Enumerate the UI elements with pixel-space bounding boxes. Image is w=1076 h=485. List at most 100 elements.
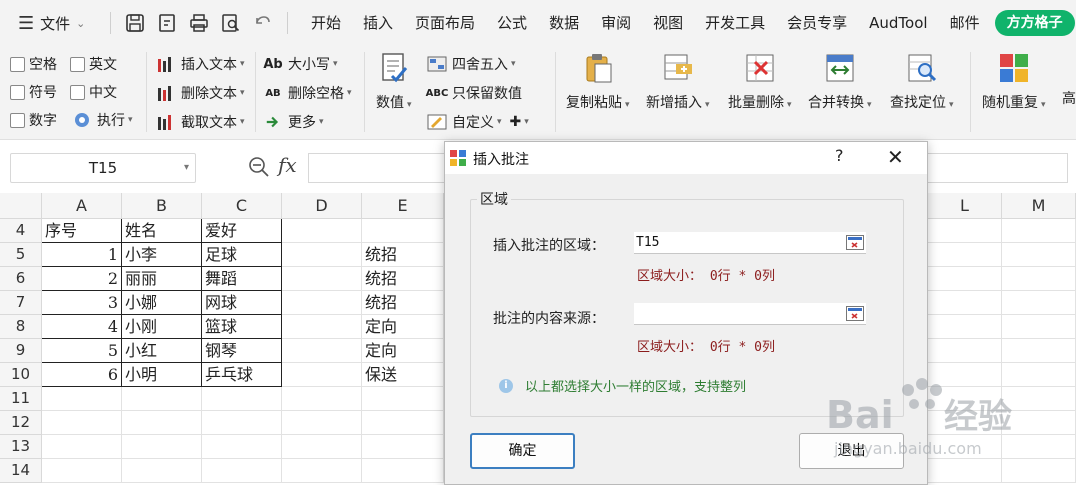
cell[interactable] [362,387,444,411]
cell[interactable] [362,219,444,243]
checkbox[interactable] [70,56,85,72]
cell[interactable] [282,411,362,435]
cell[interactable] [122,459,202,483]
remove-space-button[interactable]: AB 删除空格 ▾ [263,83,351,103]
column-header[interactable]: E [362,193,444,219]
cell[interactable] [928,267,1002,291]
delete-text-button[interactable]: 删除文本 ▾ [156,83,245,103]
checkbox-symbol[interactable]: 符号 [10,82,57,102]
row-header[interactable]: 10 [0,363,42,387]
cell[interactable] [1002,291,1076,315]
cell[interactable]: 网球 [202,291,282,315]
undo-icon[interactable] [251,11,275,35]
cell[interactable] [282,339,362,363]
cell[interactable] [362,435,444,459]
row-header[interactable]: 8 [0,315,42,339]
help-button[interactable]: ? [835,146,844,165]
source-picker-icon[interactable] [846,306,864,321]
checkbox-english[interactable]: 英文 [70,54,117,74]
cell[interactable] [1002,267,1076,291]
fx-icon[interactable]: fx [278,153,297,177]
tab-formula[interactable]: 公式 [486,0,538,46]
tab-fangfang[interactable]: 方方格子 [994,10,1075,36]
cell[interactable] [1002,315,1076,339]
cell[interactable] [282,267,362,291]
cell[interactable]: 小明 [122,363,202,387]
cell[interactable] [928,315,1002,339]
cell[interactable] [42,387,122,411]
cell[interactable] [42,435,122,459]
row-header[interactable]: 14 [0,459,42,483]
cell[interactable] [42,411,122,435]
cell[interactable] [202,387,282,411]
cell[interactable] [282,363,362,387]
checkbox-space[interactable]: 空格 [10,54,57,74]
cell[interactable]: 6 [42,363,122,387]
cell[interactable] [282,219,362,243]
export-pdf-icon[interactable] [155,11,179,35]
cell[interactable]: 钢琴 [202,339,282,363]
cell[interactable] [282,459,362,483]
tab-page-layout[interactable]: 页面布局 [404,0,486,46]
cell[interactable]: 序号 [42,219,122,243]
chevron-down-icon[interactable]: ▾ [184,154,189,182]
extract-text-button[interactable]: 截取文本 ▾ [156,112,245,132]
random-repeat-button[interactable]: 随机重复 ▾ [982,52,1046,112]
checkbox-number[interactable]: 数字 [10,110,57,130]
cell[interactable]: 1 [42,243,122,267]
checkbox[interactable] [70,84,85,100]
tab-data[interactable]: 数据 [538,0,590,46]
cell[interactable] [202,459,282,483]
cell[interactable] [122,435,202,459]
name-box[interactable]: T15 ▾ [10,153,196,183]
cell[interactable] [928,243,1002,267]
cell[interactable]: 小刚 [122,315,202,339]
range-picker-icon[interactable] [846,235,864,250]
cell[interactable]: 乒乓球 [202,363,282,387]
cell[interactable] [928,219,1002,243]
execute-button[interactable]: 执行 ▾ [72,110,133,130]
batch-delete-button[interactable]: 批量删除 ▾ [728,52,792,112]
tab-developer[interactable]: 开发工具 [694,0,776,46]
cell[interactable] [42,459,122,483]
tab-view[interactable]: 视图 [642,0,694,46]
column-header[interactable]: A [42,193,122,219]
cell[interactable] [1002,243,1076,267]
row-header[interactable]: 11 [0,387,42,411]
insert-text-button[interactable]: 插入文本 ▾ [156,54,245,74]
cell[interactable]: 4 [42,315,122,339]
print-preview-icon[interactable] [219,11,243,35]
cell[interactable]: 篮球 [202,315,282,339]
row-header[interactable]: 7 [0,291,42,315]
tab-mail[interactable]: 邮件 [939,0,991,46]
find-locate-button[interactable]: 查找定位 ▾ [890,52,954,112]
tab-member[interactable]: 会员专享 [776,0,858,46]
cell[interactable]: 保送 [362,363,444,387]
cell[interactable] [122,387,202,411]
cell[interactable]: 定向 [362,315,444,339]
row-header[interactable]: 13 [0,435,42,459]
cell[interactable] [282,315,362,339]
ok-button[interactable]: 确定 [470,433,575,469]
cell[interactable] [202,411,282,435]
cell[interactable]: 统招 [362,243,444,267]
cell[interactable]: 3 [42,291,122,315]
plus-icon[interactable]: ✚ [510,114,522,130]
cell[interactable]: 小娜 [122,291,202,315]
cell[interactable] [928,291,1002,315]
cell[interactable] [122,411,202,435]
cell[interactable]: 丽丽 [122,267,202,291]
row-header[interactable]: 6 [0,267,42,291]
column-header[interactable]: L [928,193,1002,219]
row-header[interactable]: 5 [0,243,42,267]
advanced-button[interactable]: 高 [1062,88,1076,108]
cell[interactable]: 2 [42,267,122,291]
source-input[interactable] [634,303,866,325]
tab-audtool[interactable]: AudTool [858,0,938,46]
round-button[interactable]: 四舍五入 ▾ [427,54,516,74]
cell[interactable]: 5 [42,339,122,363]
cell[interactable]: 足球 [202,243,282,267]
cell[interactable] [1002,459,1076,483]
cell[interactable]: 定向 [362,339,444,363]
cell[interactable] [282,243,362,267]
